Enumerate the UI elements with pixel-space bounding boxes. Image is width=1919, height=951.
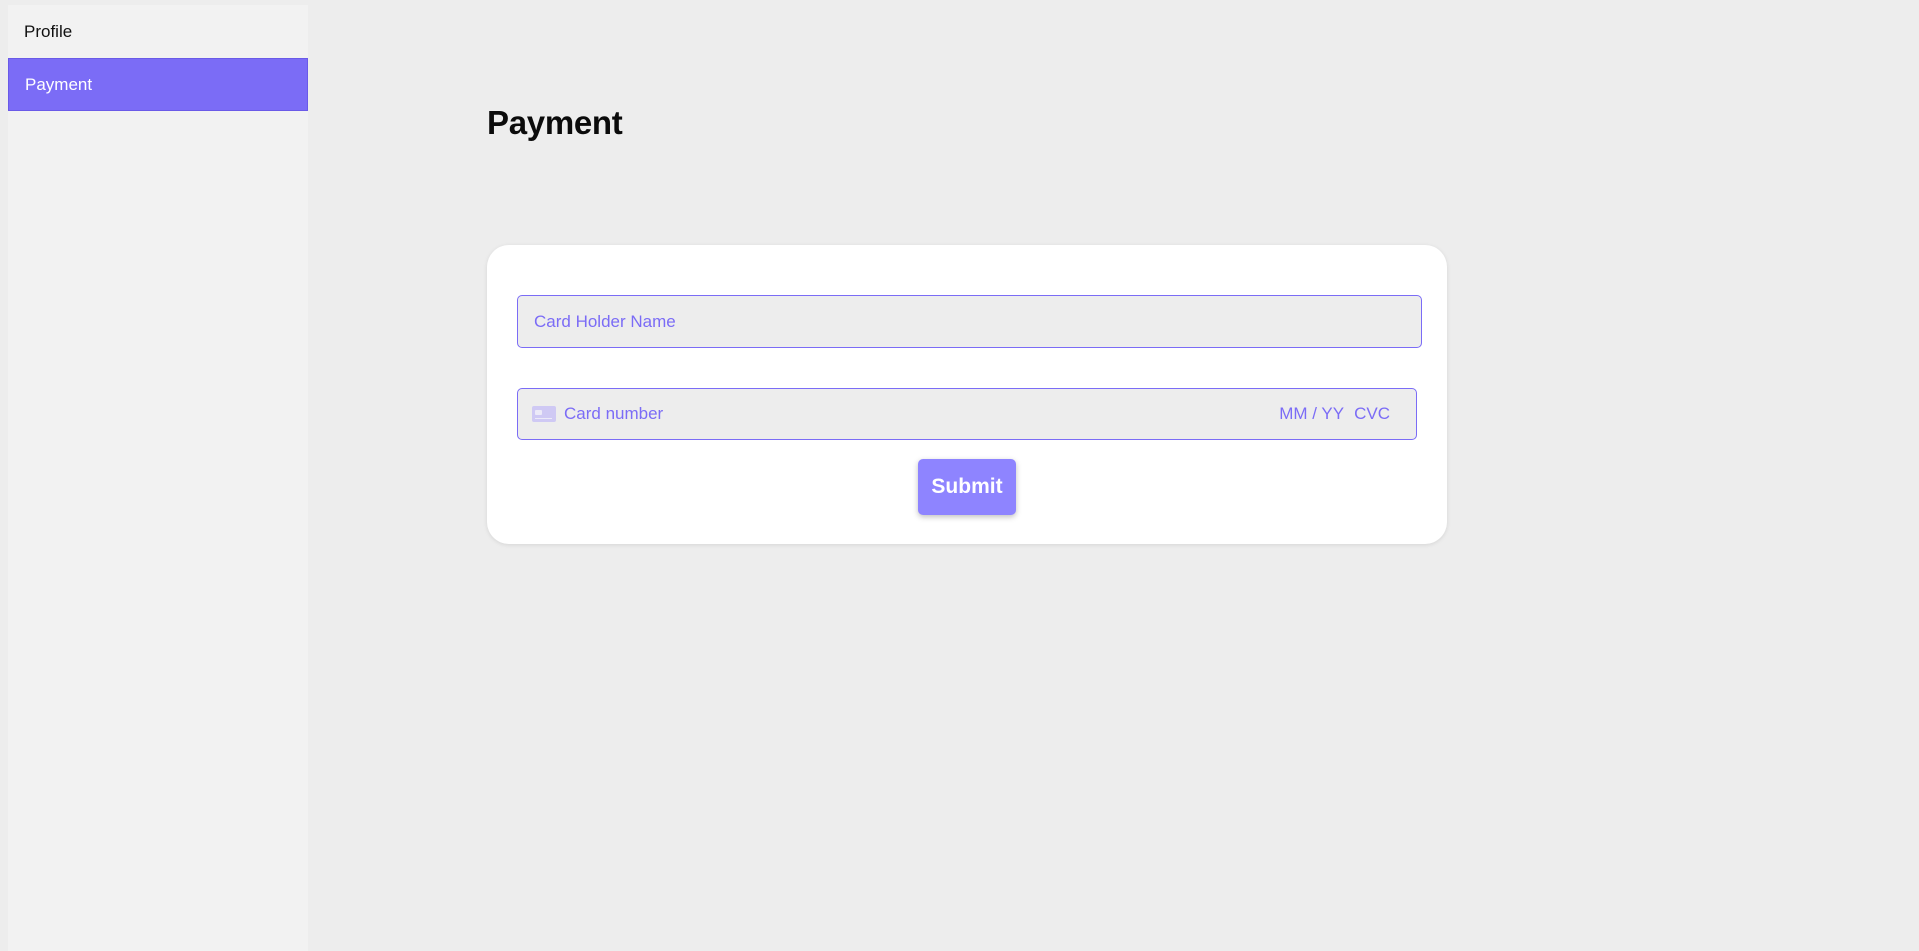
sidebar: Profile Payment <box>8 5 308 951</box>
card-holder-name-input[interactable] <box>517 295 1422 348</box>
sidebar-item-label: Profile <box>24 21 73 41</box>
cvc-placeholder[interactable]: CVC <box>1354 404 1390 424</box>
card-number-placeholder[interactable]: Card number <box>564 404 1269 424</box>
sidebar-item-label: Payment <box>25 74 93 94</box>
sidebar-item-profile[interactable]: Profile <box>8 5 308 58</box>
payment-card: Card number MM / YY CVC Submit <box>487 245 1447 544</box>
sidebar-item-payment[interactable]: Payment <box>8 58 308 111</box>
card-details-field[interactable]: Card number MM / YY CVC <box>517 388 1417 440</box>
credit-card-icon <box>532 406 556 422</box>
expiry-placeholder[interactable]: MM / YY <box>1279 404 1344 424</box>
submit-button[interactable]: Submit <box>918 459 1016 515</box>
page-title: Payment <box>487 104 623 141</box>
